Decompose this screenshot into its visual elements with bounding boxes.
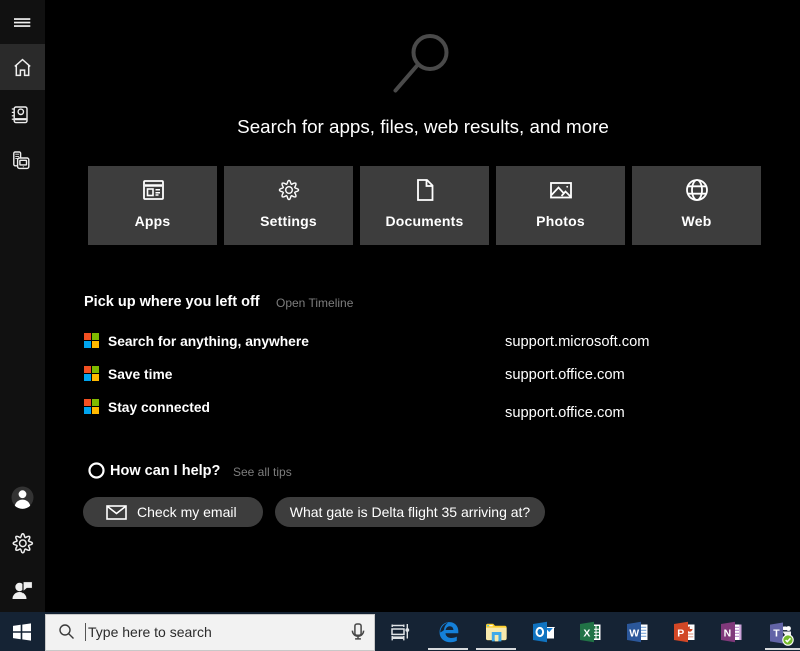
svg-text:P: P xyxy=(677,627,684,639)
svg-text:X: X xyxy=(583,627,590,639)
svg-text:N: N xyxy=(724,627,732,639)
svg-text:T: T xyxy=(773,628,780,640)
svg-text:W: W xyxy=(629,627,639,639)
